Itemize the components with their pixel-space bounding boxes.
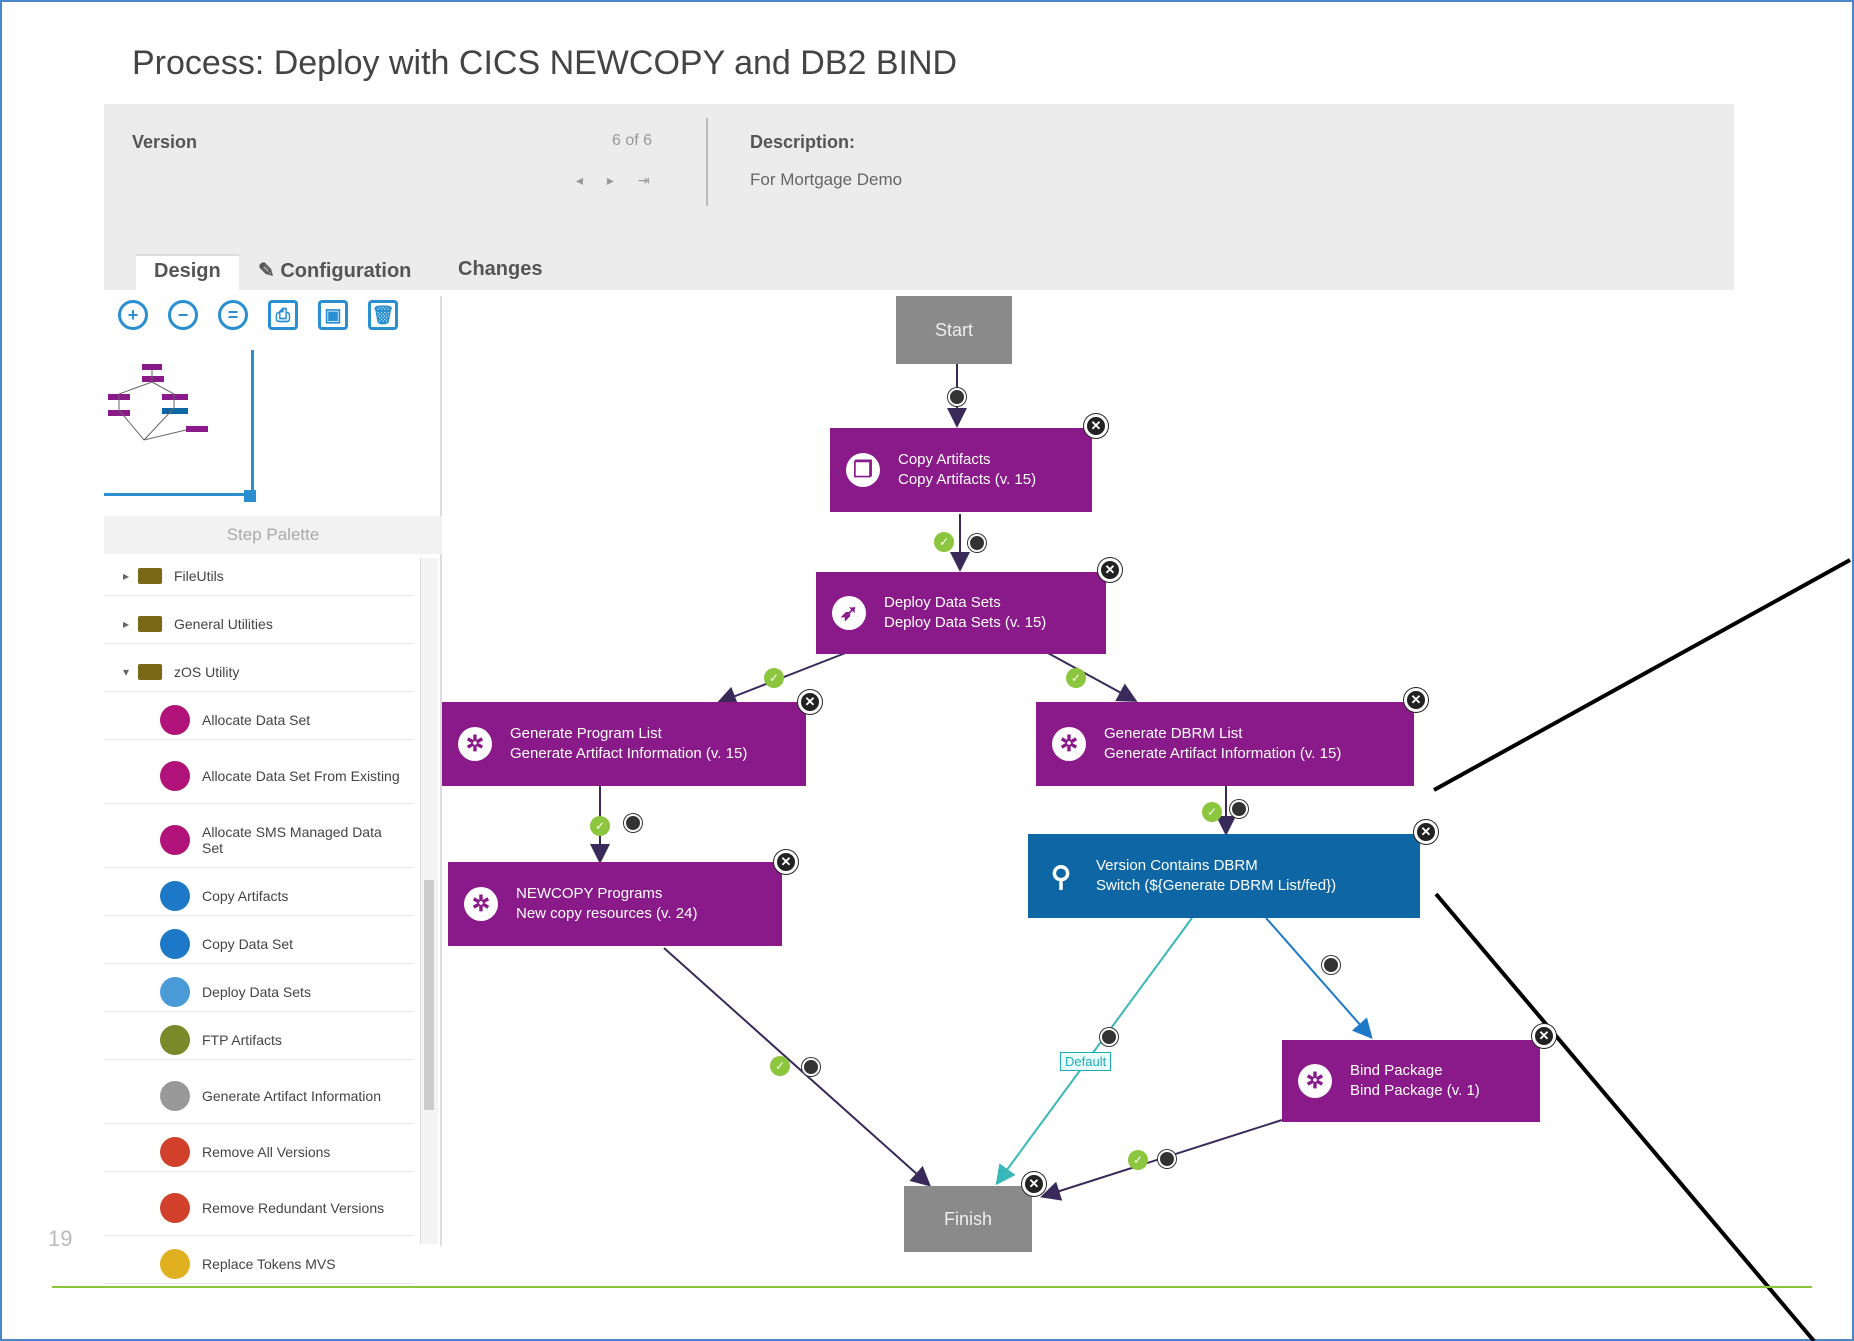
gear-icon: ✲	[1298, 1064, 1332, 1098]
step-deploy-data-sets[interactable]: ➶ Deploy Data Sets Deploy Data Sets (v. 1…	[816, 572, 1106, 654]
step-copy-artifacts[interactable]: ❐ Copy Artifacts Copy Artifacts (v. 15)	[830, 428, 1092, 512]
success-check-icon: ✓	[1066, 668, 1086, 688]
step-newcopy-programs[interactable]: ✲ NEWCOPY Programs New copy resources (v.…	[448, 862, 782, 946]
close-icon[interactable]: ✕	[1532, 1024, 1556, 1048]
connector-delete-icon[interactable]	[802, 1058, 820, 1076]
step-generate-program-list[interactable]: ✲ Generate Program List Generate Artifact…	[442, 702, 806, 786]
close-icon[interactable]: ✕	[1084, 414, 1108, 438]
step-title: Generate DBRM List	[1104, 725, 1243, 742]
gear-icon: ✲	[458, 727, 492, 761]
step-subtitle: Copy Artifacts (v. 15)	[898, 471, 1037, 488]
step-subtitle: Switch (${Generate DBRM List/fed})	[1096, 877, 1337, 894]
finish-node[interactable]: Finish	[904, 1186, 1032, 1252]
success-check-icon: ✓	[1128, 1150, 1148, 1170]
default-branch-label[interactable]: Default	[1060, 1052, 1112, 1071]
hierarchy-icon: ⚲	[1050, 860, 1072, 892]
step-generate-dbrm-list[interactable]: ✲ Generate DBRM List Generate Artifact In…	[1036, 702, 1414, 786]
gear-icon: ✲	[464, 887, 498, 921]
connector-delete-icon[interactable]	[1158, 1150, 1176, 1168]
success-check-icon: ✓	[764, 668, 784, 688]
step-subtitle: New copy resources (v. 24)	[516, 905, 698, 922]
callout-line-upper	[1433, 558, 1851, 792]
rocket-icon: ➶	[832, 596, 866, 630]
step-subtitle: Deploy Data Sets (v. 15)	[884, 614, 1047, 631]
connector-delete-icon[interactable]	[624, 814, 642, 832]
close-icon[interactable]: ✕	[1404, 688, 1428, 712]
close-icon[interactable]: ✕	[1414, 820, 1438, 844]
success-check-icon: ✓	[590, 816, 610, 836]
close-icon[interactable]: ✕	[774, 850, 798, 874]
close-icon[interactable]: ✕	[1098, 558, 1122, 582]
copy-icon: ❐	[846, 453, 880, 487]
step-subtitle: Generate Artifact Information (v. 15)	[510, 745, 748, 762]
step-title: Bind Package	[1350, 1062, 1443, 1079]
success-check-icon: ✓	[1202, 802, 1222, 822]
step-title: Deploy Data Sets	[884, 594, 1001, 611]
process-connectors	[590, 364, 1851, 1341]
step-title: Generate Program List	[510, 725, 662, 742]
connector-delete-icon[interactable]	[1230, 800, 1248, 818]
connector-delete-icon[interactable]	[968, 534, 986, 552]
close-icon[interactable]: ✕	[1022, 1172, 1046, 1196]
footer-rule	[52, 1286, 1812, 1288]
connector-delete-icon[interactable]	[1322, 956, 1340, 974]
success-check-icon: ✓	[770, 1056, 790, 1076]
gear-icon: ✲	[1052, 727, 1086, 761]
close-icon[interactable]: ✕	[798, 690, 822, 714]
success-check-icon: ✓	[934, 532, 954, 552]
step-title: NEWCOPY Programs	[516, 885, 663, 902]
switch-version-contains-dbrm[interactable]: ⚲ Version Contains DBRM Switch (${Generat…	[1028, 834, 1420, 918]
start-node[interactable]: Start	[896, 296, 1012, 364]
page-number: 19	[48, 1226, 73, 1251]
step-title: Copy Artifacts	[898, 451, 991, 468]
step-subtitle: Bind Package (v. 1)	[1350, 1082, 1480, 1099]
connector-delete-icon[interactable]	[948, 388, 966, 406]
step-title: Version Contains DBRM	[1096, 857, 1258, 874]
step-subtitle: Generate Artifact Information (v. 15)	[1104, 745, 1342, 762]
step-bind-package[interactable]: ✲ Bind Package Bind Package (v. 1)	[1282, 1040, 1540, 1122]
connector-delete-icon[interactable]	[1100, 1028, 1118, 1046]
